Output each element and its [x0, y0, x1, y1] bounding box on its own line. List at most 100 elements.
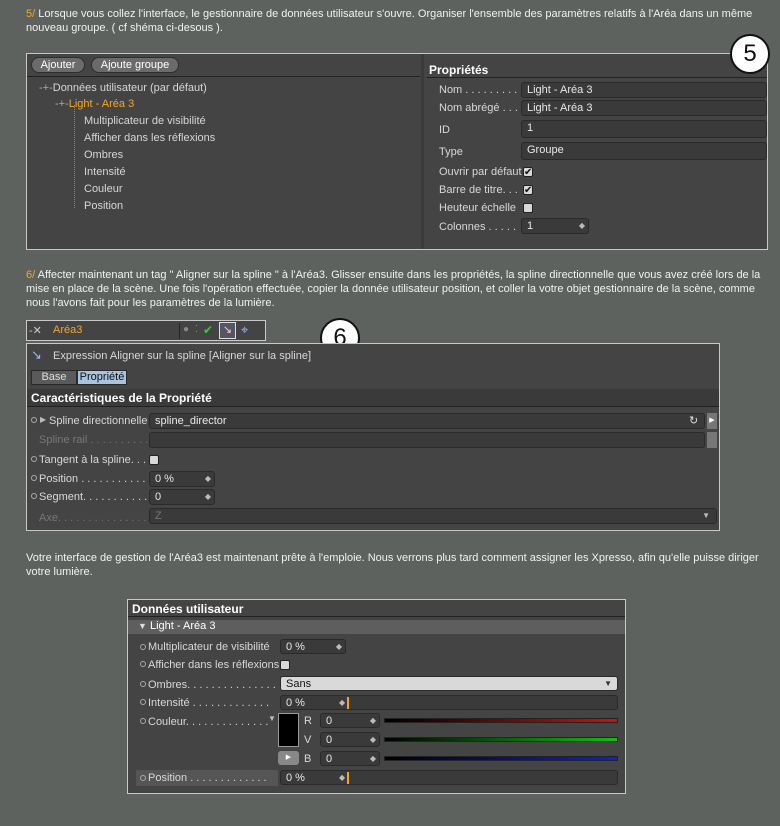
tab-property[interactable]: Propriété	[77, 370, 127, 385]
visibility-dot-icon[interactable]: ●	[183, 324, 189, 335]
spin-arrows-icon[interactable]: ◆	[205, 490, 211, 504]
shadows-label: Ombres. . . . . . . . . . . . . . .	[148, 679, 276, 691]
collapse-arrow-icon[interactable]: ▼	[138, 621, 147, 631]
r-slider[interactable]	[384, 718, 618, 723]
open-default-checkbox[interactable]: ✔	[523, 167, 533, 178]
expression-icon: ↘	[31, 347, 42, 362]
tab-base[interactable]: Base	[31, 370, 77, 385]
position-label: Position . . . . . . . . . . . . .	[148, 772, 267, 784]
chevron-down-icon: ▼	[702, 511, 710, 520]
spline-link-field[interactable]: spline_director	[149, 413, 705, 429]
height-scale-checkbox[interactable]	[523, 203, 533, 213]
axis-label: Axe. . . . . . . . . . . . . . .	[39, 512, 147, 524]
tree-item[interactable]: Multiplicateur de visibilité	[84, 115, 206, 127]
shadows-dropdown[interactable]: Sans ▼	[280, 676, 618, 691]
tree-root[interactable]: -+-Données utilisateur (par défaut)	[39, 82, 207, 94]
b-field[interactable]: 0 ◆	[320, 751, 380, 766]
columns-field[interactable]: 1 ◆	[521, 218, 589, 234]
enabled-check-icon[interactable]: ✔	[203, 323, 213, 337]
step6-text: 6/ Affecter maintenant un tag " Aligner …	[26, 269, 761, 309]
reflections-checkbox[interactable]	[280, 660, 290, 670]
spin-arrows-icon[interactable]: ◆	[370, 714, 376, 727]
spin-arrows-icon[interactable]: ◆	[339, 771, 345, 784]
color-swatch[interactable]	[278, 713, 299, 747]
keyframe-dot[interactable]	[140, 681, 146, 687]
spin-arrows-icon[interactable]: ◆	[579, 219, 585, 233]
spin-arrows-icon[interactable]: ◆	[339, 696, 345, 709]
color-label: Couleur. . . . . . . . . . . . . .	[148, 716, 269, 728]
r-field[interactable]: 0 ◆	[320, 713, 380, 728]
segment-field[interactable]: 0 ◆	[149, 489, 215, 505]
keyframe-dot[interactable]	[31, 456, 37, 462]
keyframe-dot[interactable]	[140, 699, 146, 705]
user-data-title: Données utilisateur	[132, 602, 244, 616]
axis-dropdown[interactable]: Z ▼	[149, 508, 717, 524]
splitter[interactable]	[421, 54, 424, 249]
intensity-slider-handle[interactable]	[347, 697, 349, 709]
spin-arrows-icon[interactable]: ◆	[370, 752, 376, 765]
id-field[interactable]: 1	[521, 120, 767, 138]
tree-item[interactable]: Intensité	[84, 166, 126, 178]
color-picker-button[interactable]: ▶	[278, 751, 299, 765]
tree-group[interactable]: -+-Light - Aréa 3	[55, 98, 134, 110]
group-header[interactable]: ▼ Light - Aréa 3	[128, 620, 625, 634]
keyframe-dot[interactable]	[140, 775, 146, 781]
spline-label: Spline directionnelle	[49, 415, 148, 427]
visibility-field[interactable]: 0 % ◆	[280, 639, 346, 654]
r-label: R	[304, 715, 312, 727]
spin-arrows-icon[interactable]: ◆	[205, 472, 211, 486]
position-field[interactable]: 0 % ◆	[280, 770, 618, 785]
tree-item[interactable]: Couleur	[84, 183, 123, 195]
type-field[interactable]: Groupe	[521, 142, 767, 160]
divider	[427, 77, 767, 78]
v-slider[interactable]	[384, 737, 618, 742]
link-arrow-button[interactable]: ▶	[707, 413, 717, 429]
name-field[interactable]: Light - Aréa 3	[521, 82, 767, 98]
divider	[27, 76, 420, 77]
tree-item[interactable]: Afficher dans les réflexions	[84, 132, 215, 144]
keyframe-dot[interactable]	[31, 475, 37, 481]
tangent-checkbox[interactable]	[149, 455, 159, 465]
segment-label: Segment. . . . . . . . . . .	[39, 491, 148, 503]
rail-link-field[interactable]	[149, 432, 705, 448]
keyframe-dot[interactable]	[31, 493, 37, 499]
spline-object-icon: ↻	[689, 415, 699, 427]
step5-text: 5/ Lorsque vous collez l'interface, le g…	[26, 8, 753, 34]
expand-arrow-icon[interactable]: ▶	[40, 415, 46, 424]
tree-item[interactable]: Position	[84, 200, 123, 212]
keyframe-dot[interactable]	[31, 417, 37, 423]
rail-arrow-button[interactable]	[707, 432, 717, 448]
intensity-field[interactable]: 0 % ◆	[280, 695, 618, 710]
spin-arrows-icon[interactable]: ◆	[336, 640, 342, 653]
name-label: Nom . . . . . . . . .	[439, 84, 518, 96]
reflections-label: Afficher dans les réflexions	[148, 659, 280, 671]
target-tag-icon[interactable]: ⌖	[241, 322, 248, 338]
align-spline-tag-icon[interactable]: ↘	[219, 322, 236, 339]
short-name-label: Nom abrégé . . .	[439, 102, 518, 114]
short-name-field[interactable]: Light - Aréa 3	[521, 100, 767, 116]
columns-label: Colonnes . . . . .	[439, 221, 517, 233]
rail-label: Spline rail . . . . . . . . . .	[39, 434, 149, 446]
divider	[27, 406, 719, 407]
spin-arrows-icon[interactable]: ◆	[370, 733, 376, 746]
b-slider[interactable]	[384, 756, 618, 761]
tree-item[interactable]: Ombres	[84, 149, 123, 161]
keyframe-dot[interactable]	[140, 661, 146, 667]
add-group-button[interactable]: Ajoute groupe	[91, 57, 179, 73]
keyframe-dot[interactable]	[140, 718, 146, 724]
section-title: Caractéristiques de la Propriété	[31, 391, 212, 405]
add-button[interactable]: Ajouter	[31, 57, 85, 73]
user-data-panel: Données utilisateur ▼ Light - Aréa 3 Mul…	[127, 599, 626, 794]
color-menu-arrow-icon[interactable]: ▼	[268, 714, 276, 723]
keyframe-dot[interactable]	[140, 644, 146, 650]
expression-title: Expression Aligner sur la spline [Aligne…	[53, 350, 312, 362]
group-title: Light - Aréa 3	[150, 620, 216, 632]
object-name[interactable]: Aréa3	[53, 324, 82, 336]
v-field[interactable]: 0 ◆	[320, 732, 380, 747]
tangent-label: Tangent à la spline. . .	[39, 454, 147, 466]
visibility-label: Multiplicateur de visibilité	[148, 641, 270, 653]
position-slider-handle[interactable]	[347, 772, 349, 784]
title-bar-checkbox[interactable]: ✔	[523, 185, 533, 196]
position-field[interactable]: 0 % ◆	[149, 471, 215, 487]
render-dot-icon[interactable]: ⁚	[195, 324, 198, 335]
